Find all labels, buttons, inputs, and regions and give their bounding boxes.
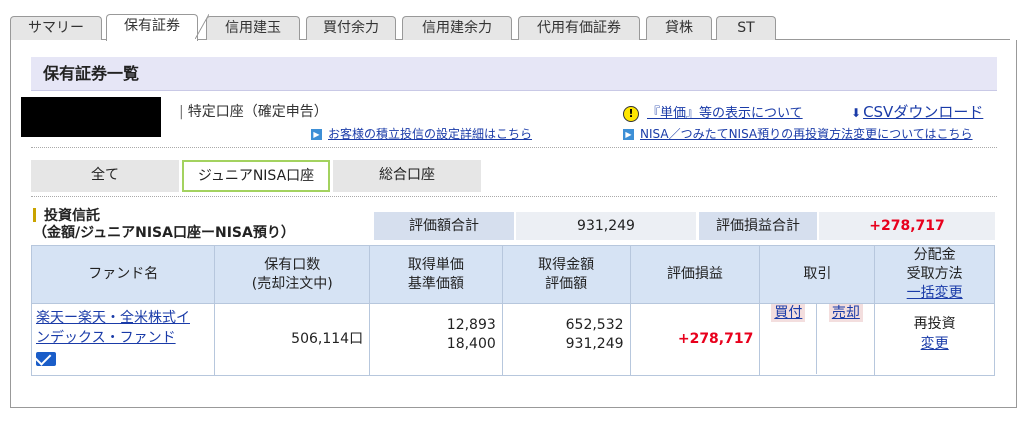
tab-holdings[interactable]: 保有証券 — [106, 14, 209, 41]
segment-general-account[interactable]: 総合口座 — [333, 160, 481, 192]
amount-cell: 652,532 931,249 — [501, 303, 631, 376]
nisa-reinvest-link[interactable]: NISA／つみたてNISA預りの再投資方法変更についてはこちら — [640, 127, 973, 141]
tab-buying-power[interactable]: 買付余力 — [306, 16, 396, 40]
nisa-reinvest-row: ▶ NISA／つみたてNISA預りの再投資方法変更についてはこちら — [623, 125, 973, 142]
fund-name-link[interactable]: 楽天ー楽天・全米株式イ ンデックス・ファンド — [36, 308, 214, 348]
tab-collateral-securities[interactable]: 代用有価証券 — [518, 16, 640, 40]
header-amount-line2: 評価額 — [545, 275, 588, 292]
header-amount-line1: 取得金額 — [538, 256, 595, 273]
csv-download-link[interactable]: CSVダウンロード — [863, 103, 983, 121]
tab-bar: サマリー 保有証券 信用建玉 買付余力 信用建余力 代用有価証券 貸株 ST — [10, 14, 1010, 41]
header-distribution: 分配金 受取方法 一括変更 — [874, 245, 995, 304]
trade-cell: 買付 売却 — [759, 303, 876, 376]
unit-price-note-link[interactable]: 『単価』等の表示について — [647, 106, 803, 121]
tab-margin-power[interactable]: 信用建余力 — [402, 16, 512, 40]
section-title-line2: （金額/ジュニアNISA口座ーNISA預り） — [33, 225, 295, 241]
fund-name-line1: 楽天ー楽天・全米株式イ — [36, 310, 190, 326]
divider — [31, 196, 997, 197]
tsumitate-settings-link[interactable]: お客様の積立投信の設定詳細はこちら — [328, 127, 532, 141]
page-title: 保有証券一覧 — [31, 57, 997, 91]
segment-junior-nisa[interactable]: ジュニアNISA口座 — [182, 160, 330, 192]
tab-slant — [195, 14, 209, 39]
fund-name-line2: ンデックス・ファンド — [36, 330, 176, 346]
valuation-amount: 931,249 — [565, 336, 624, 352]
valuation-total-value: 931,249 — [516, 212, 696, 240]
arrow-right-icon: ▶ — [311, 129, 322, 140]
tab-st[interactable]: ST — [716, 16, 776, 40]
units-cell: 506,114口 — [214, 303, 371, 376]
sell-button[interactable]: 売却 — [828, 304, 863, 322]
tsumitate-link-row: ▶ お客様の積立投信の設定詳細はこちら — [311, 125, 532, 142]
base-price: 18,400 — [446, 336, 496, 352]
unit-price-note-row: ! 『単価』等の表示について — [623, 102, 803, 122]
divider — [31, 147, 997, 148]
fund-name-cell: 楽天ー楽天・全米株式イ ンデックス・ファンド — [30, 303, 216, 376]
holdings-table: ファンド名 保有口数 (売却注文中) 取得単価 基準価額 取得金額 評価額 評価… — [30, 245, 995, 376]
account-type: | 特定口座（確定申告） — [179, 101, 328, 121]
buy-button[interactable]: 買付 — [771, 304, 806, 322]
segment-all[interactable]: 全て — [31, 160, 179, 192]
header-unit-price-line1: 取得単価 — [407, 256, 464, 273]
header-amount: 取得金額 評価額 — [501, 245, 631, 304]
header-units: 保有口数 (売却注文中) — [214, 245, 371, 304]
section-title-line1: 投資信託 — [44, 208, 100, 224]
exclamation-icon: ! — [623, 105, 639, 122]
header-unit-price: 取得単価 基準価額 — [369, 245, 503, 304]
arrow-right-icon: ▶ — [623, 129, 634, 140]
header-units-line2: (売却注文中) — [251, 275, 333, 292]
header-distribution-line1: 分配金 — [913, 247, 956, 263]
table-header-row: ファンド名 保有口数 (売却注文中) 取得単価 基準価額 取得金額 評価額 評価… — [30, 245, 995, 304]
content-frame: 保有証券一覧 | 特定口座（確定申告） ▶ お客様の積立投信の設定詳細はこちら ! 『… — [10, 40, 1017, 408]
acquisition-amount: 652,532 — [565, 317, 624, 333]
download-icon: ⬇ — [851, 106, 862, 120]
distribution-cell: 再投資 変更 — [874, 303, 995, 376]
csv-download-row: ⬇ CSVダウンロード — [851, 101, 983, 122]
header-units-line1: 保有口数 — [264, 256, 321, 273]
buy-cell: 買付 — [760, 304, 818, 374]
acquisition-unit-price: 12,893 — [446, 317, 496, 333]
valuation-total-label: 評価額合計 — [374, 212, 514, 240]
mail-icon[interactable] — [36, 352, 56, 366]
trade-buttons: 買付 売却 — [760, 304, 874, 374]
redacted-account-name — [21, 97, 161, 137]
header-pl: 評価損益 — [629, 245, 761, 304]
section-title: 投資信託 （金額/ジュニアNISA口座ーNISA預り） — [33, 208, 295, 242]
account-type-label: 特定口座（確定申告） — [187, 104, 328, 120]
section-title-line1-row: 投資信託 — [33, 208, 295, 225]
header-unit-price-line2: 基準価額 — [407, 275, 464, 292]
table-row: 楽天ー楽天・全米株式イ ンデックス・ファンド 506,114口 12,893 1… — [30, 303, 995, 376]
bulk-change-link[interactable]: 一括変更 — [875, 284, 994, 303]
distribution-change-link[interactable]: 変更 — [875, 334, 994, 354]
sell-cell: 売却 — [817, 304, 874, 374]
distribution-method: 再投資 — [913, 316, 956, 332]
separator: | — [179, 104, 184, 120]
header-fund-name: ファンド名 — [30, 245, 216, 304]
pl-cell: +278,717 — [629, 303, 761, 376]
tab-stock-lending[interactable]: 貸株 — [646, 16, 712, 40]
header-trade: 取引 — [759, 245, 876, 304]
pl-total-value: +278,717 — [819, 212, 995, 240]
tab-holdings-label: 保有証券 — [124, 18, 180, 34]
tab-margin-positions[interactable]: 信用建玉 — [206, 16, 300, 40]
tab-summary[interactable]: サマリー — [10, 16, 102, 40]
section-marker — [33, 208, 36, 222]
pl-total-label: 評価損益合計 — [699, 212, 817, 240]
header-distribution-line2: 受取方法 — [906, 266, 963, 282]
unit-price-cell: 12,893 18,400 — [369, 303, 503, 376]
